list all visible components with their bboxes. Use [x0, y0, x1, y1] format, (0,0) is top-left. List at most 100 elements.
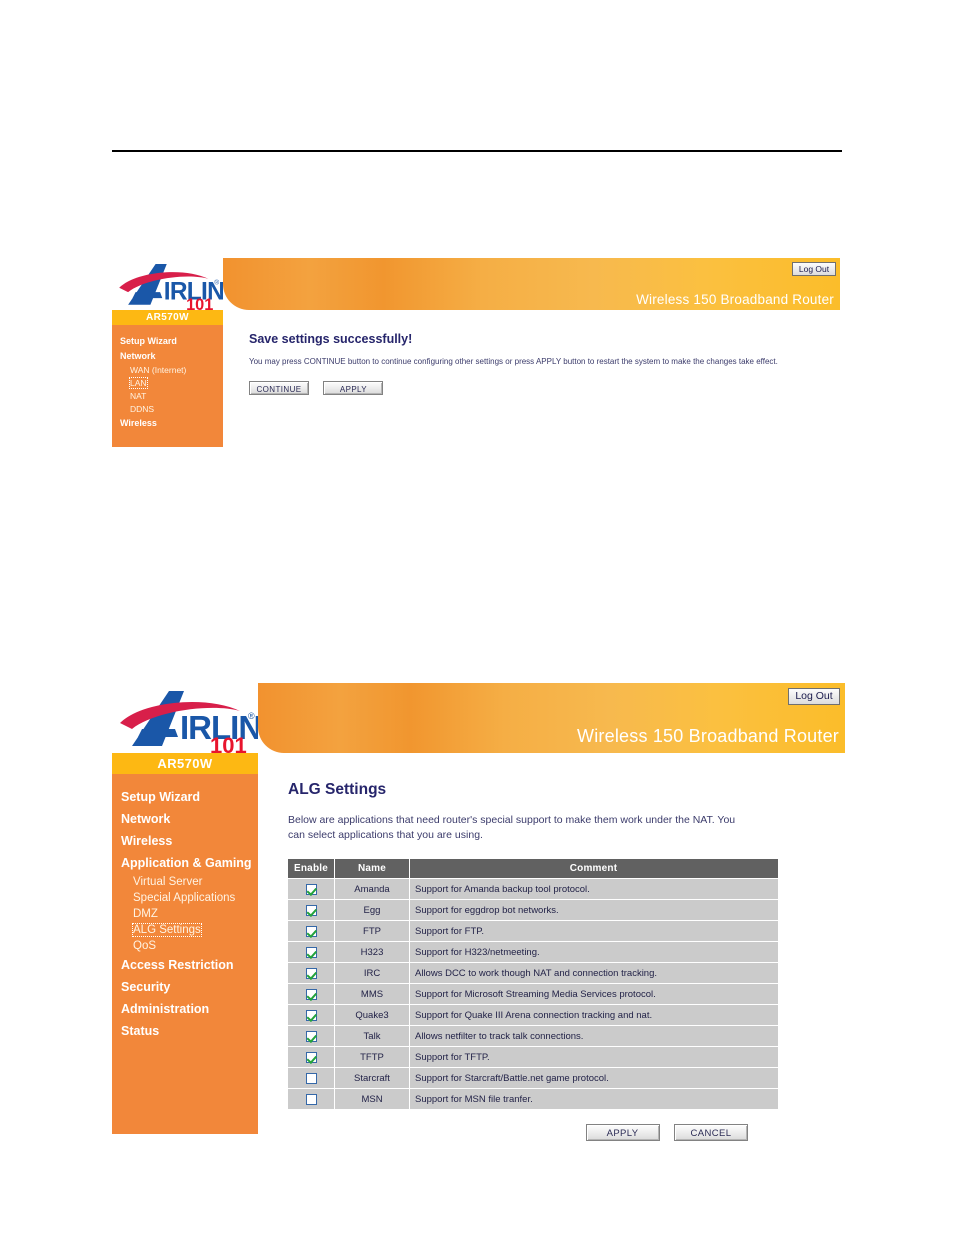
sidebar-item-security[interactable]: Security	[112, 976, 258, 998]
table-head: Enable Name Comment	[288, 859, 778, 880]
sidebar-item-label: Special Applications	[133, 892, 236, 904]
sidebar-item-nat[interactable]: NAT	[112, 389, 223, 402]
table-row: Quake3 Support for Quake III Arena connec…	[288, 1004, 778, 1027]
table-row: FTP Support for FTP.	[288, 920, 778, 943]
cancel-button[interactable]: CANCEL	[674, 1124, 748, 1142]
sidebar-item-label: LAN	[129, 376, 148, 389]
alg-table-container: Enable Name Comment Amanda Support for Aman…	[258, 843, 845, 1110]
application-comment: Support for Microsoft Streaming Media Se…	[409, 983, 778, 1006]
header-product-title: Wireless 150 Broadband Router	[577, 726, 839, 746]
enable-checkbox[interactable]	[305, 1051, 317, 1063]
sidebar-item-label: QoS	[133, 940, 157, 952]
main-content-panel: Save settings successfully! You may pres…	[223, 310, 840, 398]
sidebar-item-network[interactable]: Network	[112, 808, 258, 830]
enable-checkbox[interactable]	[305, 1030, 317, 1042]
enable-checkbox[interactable]	[305, 1009, 317, 1021]
application-comment: Support for Starcraft/Battle.net game pr…	[409, 1067, 778, 1090]
sidebar-item-label: NAT	[130, 390, 147, 401]
page-description: You may press CONTINUE button to continu…	[249, 357, 778, 366]
alg-settings-table: Enable Name Comment Amanda Support for Aman…	[288, 859, 778, 1110]
sidebar-item-application-gaming[interactable]: Application & Gaming	[112, 852, 258, 874]
enable-checkbox[interactable]	[305, 883, 317, 895]
sidebar-item-label: Status	[121, 1024, 160, 1038]
sidebar-item-setup-wizard[interactable]: Setup Wizard	[112, 333, 223, 348]
page-title: Save settings successfully!	[249, 332, 413, 346]
table-row: MMS Support for Microsoft Streaming Media…	[288, 983, 778, 1006]
sidebar-item-special-applications[interactable]: Special Applications	[112, 890, 258, 906]
sidebar-item-label: Security	[121, 980, 171, 994]
enable-checkbox[interactable]	[305, 1093, 317, 1105]
sidebar-item-wan-internet[interactable]: WAN (Internet)	[112, 363, 223, 376]
model-name-band: AR570W	[112, 310, 223, 325]
application-name: Quake3	[334, 1004, 410, 1027]
action-button-row: CONTINUE APPLY	[223, 367, 840, 397]
sidebar-item-virtual-server[interactable]: Virtual Server	[112, 874, 258, 890]
enable-cell	[288, 1088, 335, 1110]
airlink101-logo: IRLINK ® 101	[112, 258, 223, 310]
sidebar-navigation: AR570W Setup Wizard Network Wireless Applic…	[112, 753, 258, 1134]
sidebar-item-alg-settings[interactable]: ALG Settings	[112, 922, 258, 938]
apply-button[interactable]: APPLY	[323, 381, 384, 396]
sidebar-item-network[interactable]: Network	[112, 348, 223, 363]
page-title: ALG Settings	[288, 781, 387, 798]
app-header-bar: Log Out Wireless 150 Broadband Router	[258, 683, 845, 753]
page-description: Below are applications that need router'…	[288, 814, 736, 842]
logout-button[interactable]: Log Out	[788, 688, 840, 705]
enable-cell	[288, 899, 335, 922]
application-name: Egg	[334, 899, 410, 922]
airlink101-logo: IRLINK ® 101	[112, 683, 258, 753]
sidebar-item-ddns[interactable]: DDNS	[112, 402, 223, 415]
enable-checkbox[interactable]	[305, 988, 317, 1000]
model-name-band: AR570W	[112, 753, 258, 774]
table-header-row: Enable Name Comment	[288, 859, 778, 880]
sidebar-item-label: Setup Wizard	[120, 335, 177, 346]
table-body: Amanda Support for Amanda backup tool pro…	[288, 878, 778, 1110]
application-comment: Allows DCC to work though NAT and connec…	[409, 962, 778, 985]
enable-checkbox[interactable]	[305, 904, 317, 916]
sidebar-item-qos[interactable]: QoS	[112, 938, 258, 954]
sidebar-item-label: DMZ	[133, 908, 158, 920]
application-name: H323	[334, 941, 410, 964]
application-name: IRC	[334, 962, 410, 985]
sidebar-item-label: Wireless	[120, 417, 157, 428]
sidebar-item-label: DDNS	[130, 403, 155, 414]
svg-text:®: ®	[214, 279, 219, 287]
table-row: Talk Allows netfilter to track talk conne…	[288, 1025, 778, 1048]
sidebar-item-label: Network	[121, 812, 171, 826]
application-name: FTP	[334, 920, 410, 943]
enable-checkbox[interactable]	[305, 967, 317, 979]
table-row: Egg Support for eggdrop bot networks.	[288, 899, 778, 922]
logout-button[interactable]: Log Out	[792, 262, 836, 276]
enable-cell	[288, 1025, 335, 1048]
sidebar-item-label: Virtual Server	[133, 876, 203, 888]
enable-checkbox[interactable]	[305, 946, 317, 958]
app-header-bar: Log Out Wireless 150 Broadband Router	[223, 258, 840, 310]
enable-cell	[288, 983, 335, 1006]
svg-text:®: ®	[248, 711, 255, 721]
application-comment: Support for MSN file tranfer.	[409, 1088, 778, 1110]
sidebar-item-wireless[interactable]: Wireless	[112, 830, 258, 852]
application-name: Amanda	[334, 878, 410, 901]
enable-cell	[288, 1067, 335, 1090]
apply-button[interactable]: APPLY	[585, 1124, 660, 1142]
sidebar-item-lan[interactable]: LAN	[112, 376, 223, 389]
enable-checkbox[interactable]	[305, 925, 317, 937]
continue-button[interactable]: CONTINUE	[249, 381, 309, 396]
nav-list: Setup Wizard Network Wireless Application &…	[112, 774, 258, 1042]
application-comment: Support for H323/netmeeting.	[409, 941, 778, 964]
sidebar-item-administration[interactable]: Administration	[112, 998, 258, 1020]
enable-checkbox[interactable]	[305, 1072, 317, 1084]
sidebar-item-setup-wizard[interactable]: Setup Wizard	[112, 786, 258, 808]
sidebar-item-wireless[interactable]: Wireless	[112, 415, 223, 430]
application-comment: Support for Amanda backup tool protocol.	[409, 878, 778, 901]
sidebar-item-dmz[interactable]: DMZ	[112, 906, 258, 922]
enable-cell	[288, 878, 335, 901]
enable-cell	[288, 920, 335, 943]
application-comment: Support for eggdrop bot networks.	[409, 899, 778, 922]
nav-list: Setup Wizard Network WAN (Internet) LAN NAT D…	[112, 325, 223, 430]
page-divider-rule	[112, 150, 842, 152]
header-product-title: Wireless 150 Broadband Router	[636, 292, 834, 307]
sidebar-item-access-restriction[interactable]: Access Restriction	[112, 954, 258, 976]
form-action-row: APPLY CANCEL	[258, 1109, 778, 1142]
sidebar-item-status[interactable]: Status	[112, 1020, 258, 1042]
